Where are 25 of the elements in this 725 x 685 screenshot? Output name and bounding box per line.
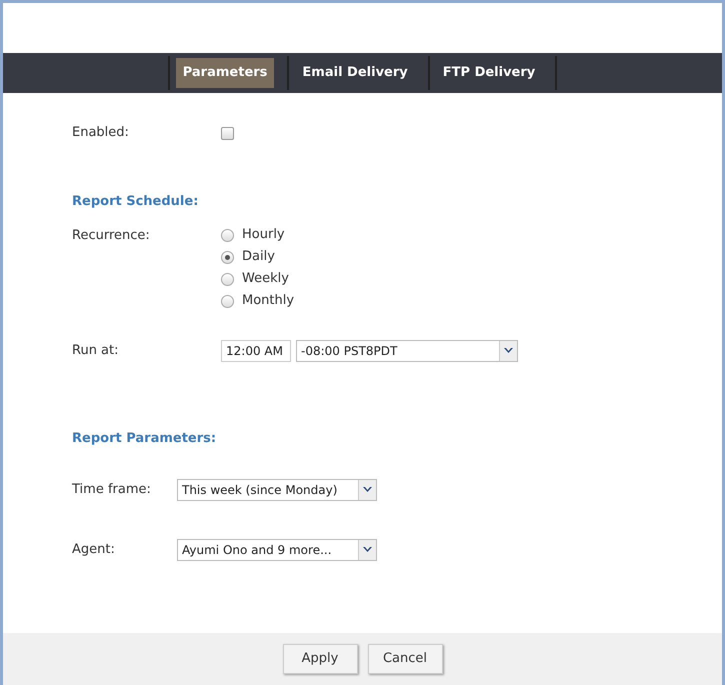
field-label: Recurrence:: [72, 228, 150, 242]
radio-button[interactable]: [221, 250, 234, 264]
dialog-button[interactable]: Apply: [282, 644, 358, 674]
section-heading: Report Schedule:: [72, 193, 198, 211]
field-label: Run at:: [72, 342, 119, 358]
time-field[interactable]: 12:00 AM: [221, 340, 291, 362]
tab[interactable]: FTP Delivery: [436, 58, 542, 88]
field-label: Time frame:: [72, 482, 151, 498]
checkbox[interactable]: [221, 126, 234, 140]
tab[interactable]: Email Delivery: [295, 58, 415, 88]
radio-label: Monthly: [242, 292, 294, 310]
radio-button[interactable]: [221, 228, 234, 242]
tab[interactable]: Parameters: [176, 58, 274, 88]
dialog-button[interactable]: Cancel: [368, 644, 442, 674]
timezone-dropdown[interactable]: -08:00 PST8PDT: [296, 340, 518, 362]
field-label: Enabled:: [72, 125, 129, 140]
radio-button[interactable]: [221, 272, 234, 286]
radio-label: Hourly: [242, 226, 285, 244]
section-heading: Report Parameters:: [72, 430, 216, 448]
field-label: Agent:: [72, 542, 115, 558]
radio-label: Daily: [242, 248, 275, 266]
dropdown[interactable]: This week (since Monday): [177, 479, 377, 501]
radio-button[interactable]: [221, 294, 234, 308]
radio-label: Weekly: [242, 270, 289, 288]
dropdown[interactable]: Ayumi Ono and 9 more...: [177, 539, 377, 561]
